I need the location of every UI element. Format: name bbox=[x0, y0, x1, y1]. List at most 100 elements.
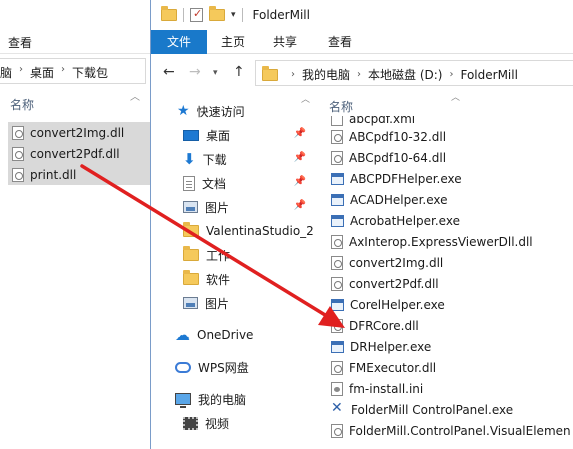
navigation-pane: ︿ ★ 快速访问 桌面 📌 ⬇ 下载 📌 文档 📌 图片 📌 Valentina bbox=[151, 92, 314, 449]
background-column-header-name[interactable]: 名称 bbox=[10, 96, 34, 113]
up-arrow-icon[interactable]: ↑ bbox=[233, 64, 245, 80]
folder-icon bbox=[183, 222, 199, 237]
list-item[interactable]: CorelHelper.exe bbox=[331, 294, 573, 315]
nav-item-this-pc[interactable]: 我的电脑 bbox=[175, 388, 314, 410]
dll-icon bbox=[331, 276, 343, 291]
folder-icon bbox=[161, 6, 177, 21]
computer-icon bbox=[175, 393, 191, 408]
file-name: FMExecutor.dll bbox=[349, 360, 437, 375]
nav-item-documents[interactable]: 文档 📌 bbox=[183, 172, 314, 194]
nav-item-label: OneDrive bbox=[197, 328, 254, 342]
background-breadcrumb-item[interactable]: 下载包 bbox=[72, 64, 108, 81]
list-item[interactable]: ABCpdf10-64.dll bbox=[331, 147, 573, 168]
recent-locations-chevron-icon[interactable]: ▾ bbox=[213, 68, 218, 78]
pin-icon: 📌 bbox=[293, 200, 306, 211]
background-address-bar[interactable]: 脑 › 桌面 › 下载包 bbox=[0, 58, 146, 84]
list-item[interactable]: ACADHelper.exe bbox=[331, 189, 573, 210]
properties-icon[interactable] bbox=[190, 7, 203, 22]
nav-item-quick-access[interactable]: ★ 快速访问 bbox=[177, 100, 340, 122]
folder-icon bbox=[262, 66, 278, 81]
list-item[interactable]: abcpdf.xml bbox=[331, 116, 573, 126]
folder-icon bbox=[183, 270, 199, 285]
list-item[interactable]: FolderMill ControlPanel.exe bbox=[331, 399, 573, 420]
list-item[interactable]: convert2Img.dll bbox=[331, 252, 573, 273]
file-name: FolderMill.ControlPanel.VisualElemen bbox=[349, 423, 571, 438]
document-icon bbox=[183, 175, 195, 191]
background-tab-view[interactable]: 查看 bbox=[8, 34, 32, 51]
file-name: convert2Pdf.dll bbox=[349, 276, 439, 291]
pin-icon: 📌 bbox=[293, 176, 306, 187]
list-item[interactable]: print.dll bbox=[8, 164, 150, 185]
list-item[interactable]: AxInterop.ExpressViewerDll.dll bbox=[331, 231, 573, 252]
background-breadcrumb-item[interactable]: 桌面 bbox=[30, 64, 54, 81]
file-name: ACADHelper.exe bbox=[350, 192, 448, 207]
chevron-up-icon: ︿ bbox=[451, 93, 461, 103]
dll-icon bbox=[12, 125, 24, 140]
breadcrumb-item[interactable]: 我的电脑 bbox=[302, 66, 350, 83]
nav-item-label: 视频 bbox=[205, 416, 230, 431]
list-item[interactable]: DFRCore.dll bbox=[331, 315, 573, 336]
forward-arrow-icon[interactable]: → bbox=[189, 64, 201, 80]
address-bar[interactable]: › 我的电脑 › 本地磁盘 (D:) › FolderMill bbox=[255, 60, 573, 86]
list-item[interactable]: convert2Img.dll bbox=[8, 122, 150, 143]
list-item[interactable]: AcrobatHelper.exe bbox=[331, 210, 573, 231]
nav-item-pictures[interactable]: 图片 📌 bbox=[183, 196, 314, 218]
tab-file[interactable]: 文件 bbox=[151, 30, 207, 54]
list-item[interactable]: FolderMill.ControlPanel.VisualElemen bbox=[331, 420, 573, 441]
nav-item-onedrive[interactable]: ☁ OneDrive bbox=[175, 324, 314, 346]
breadcrumb-item[interactable]: 本地磁盘 (D:) bbox=[368, 66, 442, 83]
chevron-right-icon[interactable]: › bbox=[291, 69, 295, 80]
file-name: DRHelper.exe bbox=[350, 339, 432, 354]
new-folder-icon[interactable] bbox=[209, 6, 225, 21]
chevron-right-icon[interactable]: › bbox=[357, 69, 361, 80]
breadcrumb-item[interactable]: FolderMill bbox=[460, 68, 517, 82]
file-name: ABCpdf10-64.dll bbox=[349, 150, 447, 165]
nav-item-wps-cloud[interactable]: WPS网盘 bbox=[175, 356, 314, 378]
list-item[interactable]: fm-install.ini bbox=[331, 378, 573, 399]
list-item[interactable]: FMExecutor.dll bbox=[331, 357, 573, 378]
nav-item-valentinastudio[interactable]: ValentinaStudio_20 bbox=[183, 220, 314, 242]
column-header-name[interactable]: 名称 bbox=[329, 98, 353, 115]
nav-item-downloads[interactable]: ⬇ 下载 📌 bbox=[183, 148, 314, 170]
nav-item-work[interactable]: 工作 bbox=[183, 244, 314, 266]
list-item[interactable]: convert2Pdf.dll bbox=[331, 273, 573, 294]
tab-view[interactable]: 查看 bbox=[314, 30, 366, 54]
ini-icon bbox=[331, 381, 343, 396]
nav-item-label: WPS网盘 bbox=[198, 360, 249, 375]
nav-item-videos[interactable]: 视频 bbox=[183, 412, 314, 434]
exe-icon bbox=[331, 340, 344, 353]
list-item[interactable]: convert2Pdf.dll bbox=[8, 143, 150, 164]
file-name: convert2Img.dll bbox=[30, 125, 125, 140]
list-item[interactable]: ABCPDFHelper.exe bbox=[331, 168, 573, 189]
list-item[interactable]: ABCpdf10-32.dll bbox=[331, 126, 573, 147]
wps-cloud-icon bbox=[175, 361, 191, 373]
background-breadcrumb-item[interactable]: 脑 bbox=[0, 64, 12, 81]
file-name: print.dll bbox=[30, 167, 77, 182]
dll-icon bbox=[331, 423, 343, 438]
customize-dropdown-icon[interactable]: ▾ bbox=[231, 10, 236, 20]
back-arrow-icon[interactable]: ← bbox=[163, 64, 175, 80]
nav-item-software[interactable]: 软件 bbox=[183, 268, 314, 290]
file-name: DFRCore.dll bbox=[349, 318, 419, 333]
background-titlebar bbox=[0, 0, 150, 30]
file-name: CorelHelper.exe bbox=[350, 297, 445, 312]
tab-home[interactable]: 主页 bbox=[207, 30, 259, 54]
exe-icon bbox=[331, 298, 344, 311]
nav-item-pictures-2[interactable]: 图片 bbox=[183, 292, 314, 314]
file-name: AcrobatHelper.exe bbox=[350, 213, 460, 228]
list-item[interactable]: DRHelper.exe bbox=[331, 336, 573, 357]
dll-icon bbox=[331, 150, 343, 165]
nav-item-label: 文档 bbox=[202, 176, 227, 191]
download-icon: ⬇ bbox=[183, 150, 196, 168]
window-title: FolderMill bbox=[252, 8, 310, 22]
chevron-up-icon: ︿ bbox=[130, 92, 140, 103]
nav-item-label: 下载 bbox=[202, 152, 227, 167]
chevron-right-icon[interactable]: › bbox=[449, 69, 453, 80]
control-panel-icon bbox=[331, 400, 345, 417]
exe-icon bbox=[331, 172, 344, 185]
tab-share[interactable]: 共享 bbox=[259, 30, 311, 54]
divider bbox=[183, 8, 184, 22]
cloud-icon: ☁ bbox=[175, 326, 190, 344]
nav-item-desktop[interactable]: 桌面 📌 bbox=[183, 124, 314, 146]
background-file-list: convert2Img.dll convert2Pdf.dll print.dl… bbox=[8, 122, 150, 185]
